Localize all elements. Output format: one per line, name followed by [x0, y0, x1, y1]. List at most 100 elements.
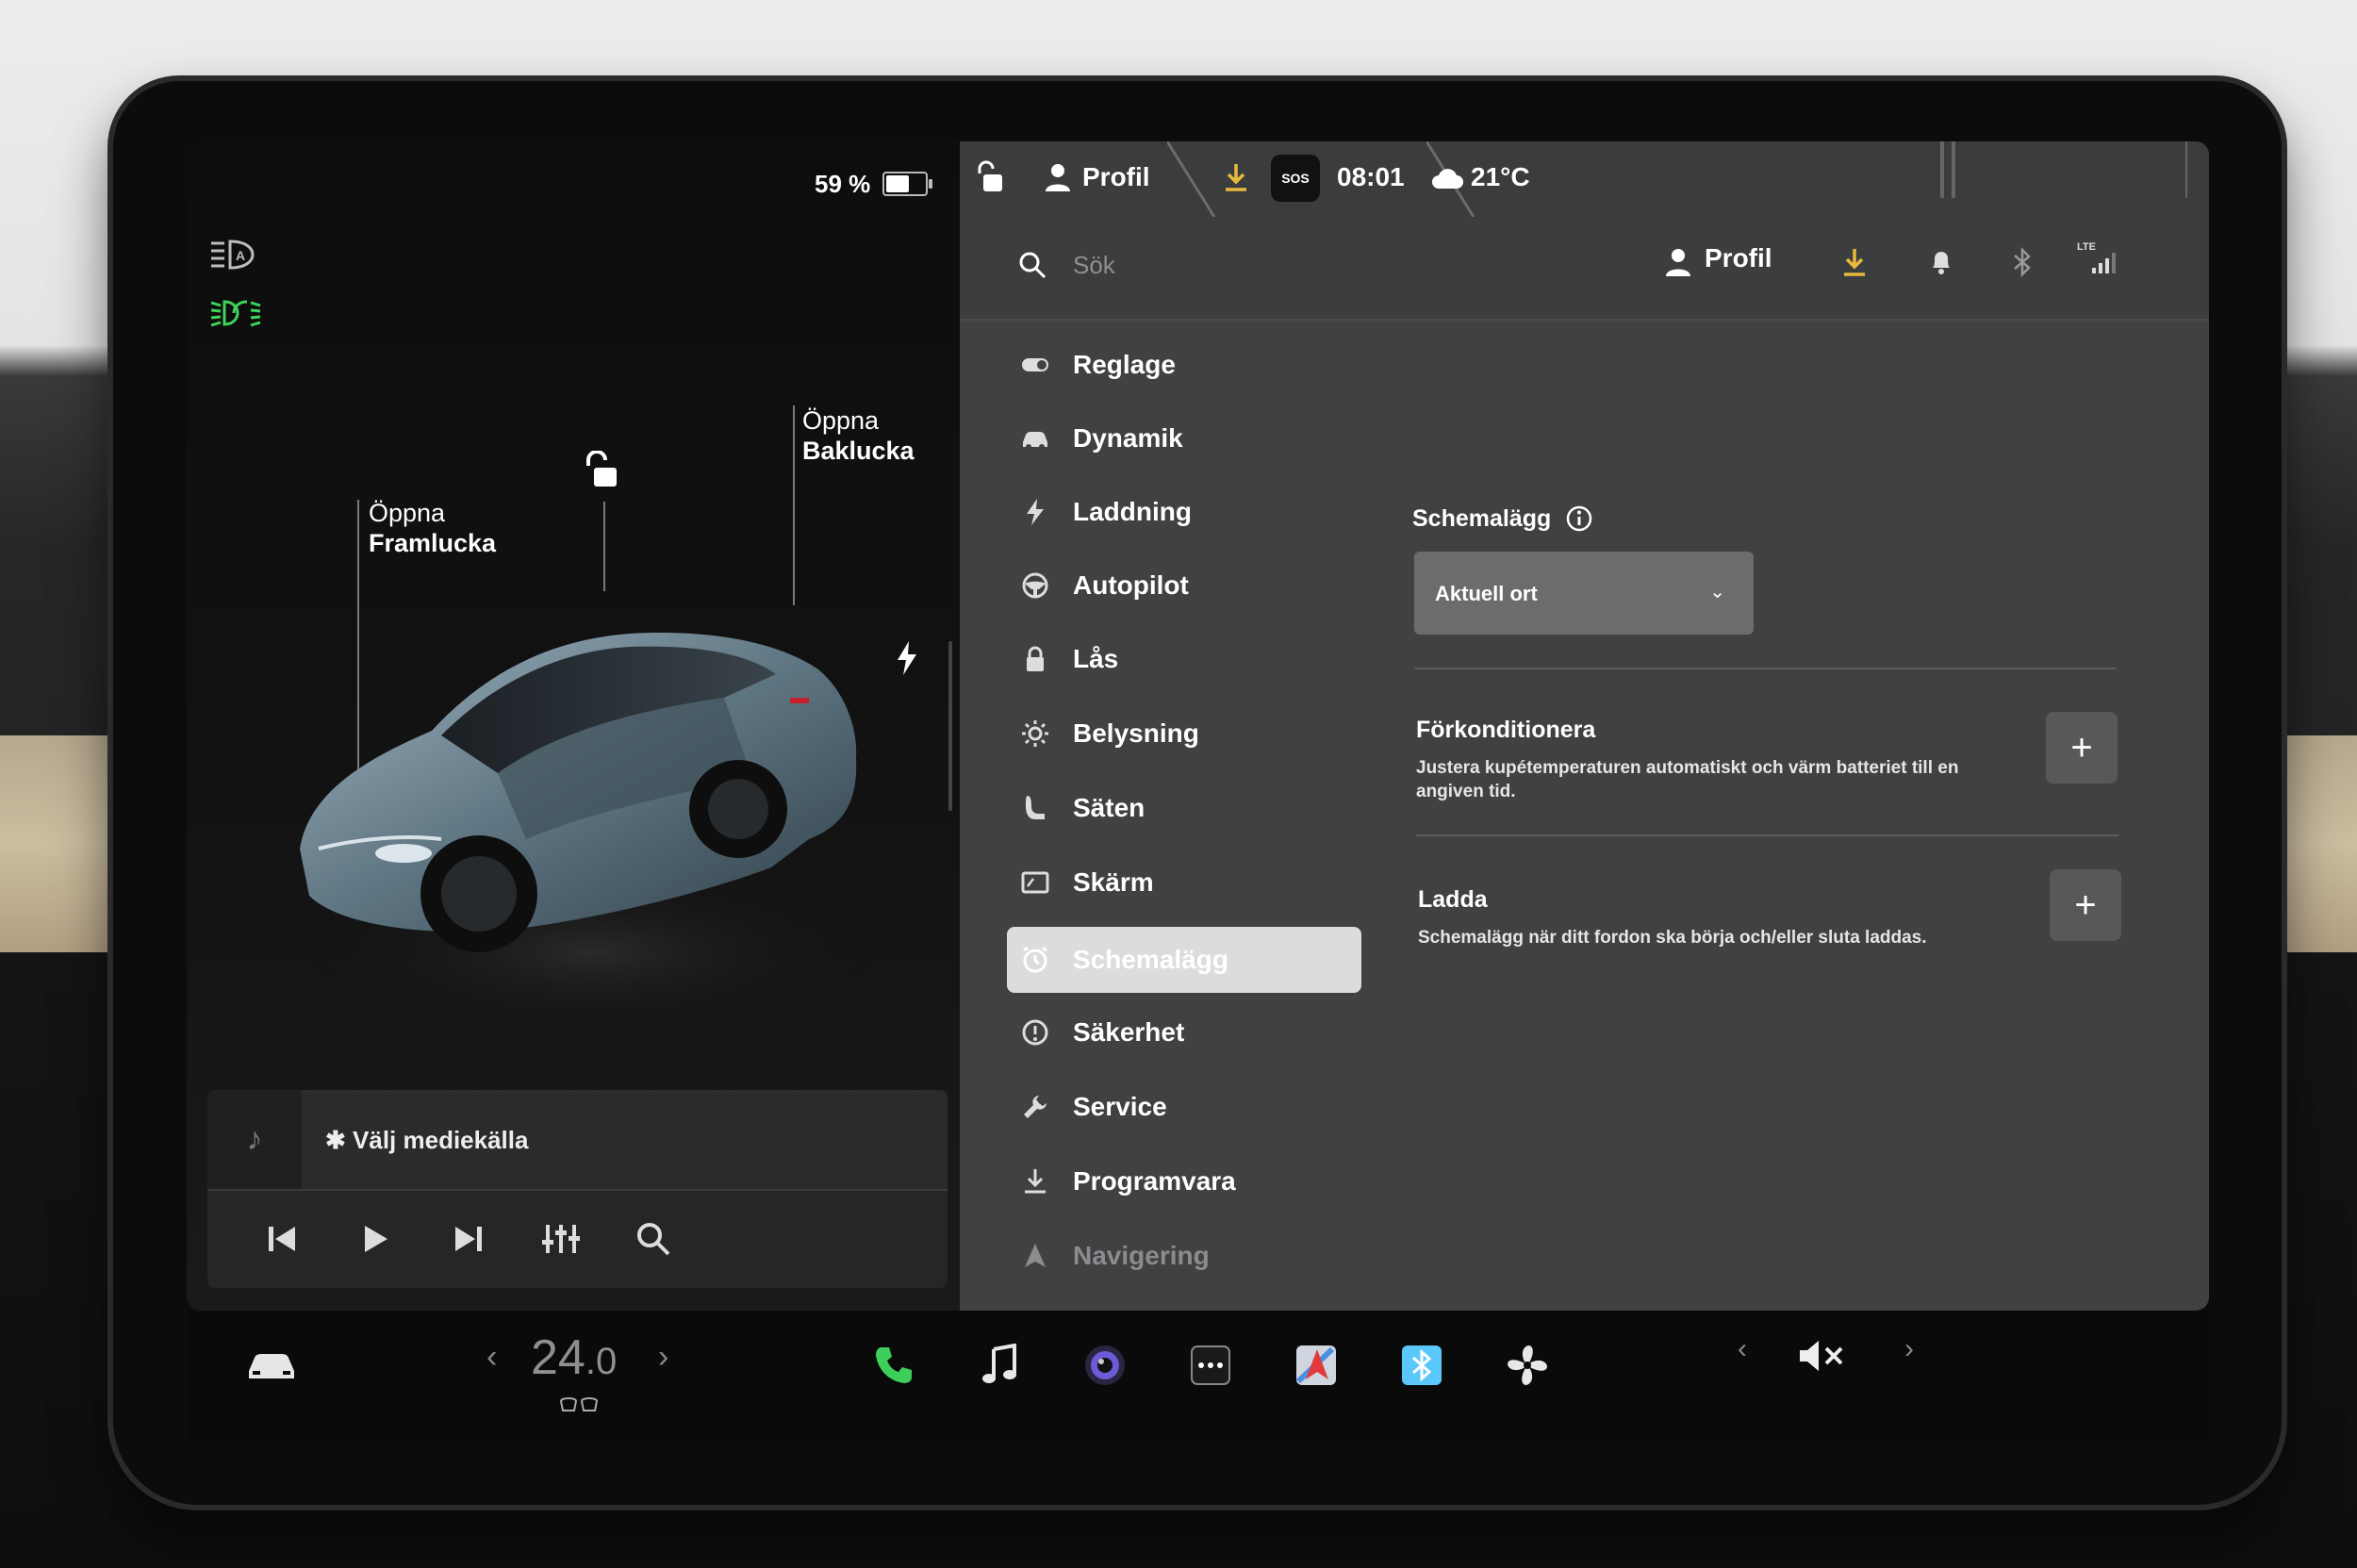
media-source-bar[interactable]: ♪ ✱ Välj mediekälla [207, 1090, 948, 1191]
header-profile-label[interactable]: Profil [1705, 243, 1772, 273]
bluetooth-icon[interactable] [2012, 247, 2033, 277]
cabin-temperature[interactable]: 24.0 [531, 1329, 617, 1386]
nav-label-las: Lås [1073, 644, 1119, 673]
cabin-temp-decimal: .0 [585, 1341, 618, 1382]
media-player: ♪ ✱ Välj mediekälla [207, 1090, 948, 1288]
low-beam-icon[interactable] [209, 297, 262, 329]
search-icon[interactable] [1018, 251, 1047, 279]
temp-down-chevron-icon[interactable]: ‹ [486, 1339, 497, 1376]
profile-icon [1666, 249, 1690, 276]
front-trunk-label-line2: Framlucka [369, 529, 497, 557]
precondition-desc-line2: angiven tid. [1416, 782, 1516, 801]
settings-panel: Profil SOS 08:01 21°C Sök Profil LTE Reg… [960, 141, 2209, 1311]
cloud-icon [1432, 169, 1463, 189]
section-divider [1414, 668, 2117, 669]
more-apps-icon[interactable] [1182, 1337, 1239, 1394]
chevron-down-icon: ⌄ [1709, 582, 1725, 602]
nav-item-sakerhet[interactable]: Säkerhet [1007, 1002, 1361, 1063]
temp-up-chevron-icon[interactable]: › [658, 1339, 668, 1376]
car-menu-icon[interactable] [243, 1337, 300, 1394]
alert-icon [1022, 1019, 1048, 1046]
navigation-icon [1025, 1244, 1046, 1267]
nav-item-autopilot[interactable]: Autopilot [1007, 555, 1361, 616]
volume-muted-icon[interactable] [1794, 1328, 1851, 1384]
car-illustration [300, 633, 884, 1042]
front-trunk-button[interactable]: Öppna Framlucka [369, 498, 496, 558]
play-icon[interactable] [347, 1211, 404, 1267]
lte-signal-icon: LTE [2077, 241, 2124, 279]
add-charge-schedule-button[interactable]: + [2050, 869, 2121, 941]
nav-item-reglage[interactable]: Reglage [1007, 335, 1361, 395]
previous-track-icon[interactable] [255, 1211, 311, 1267]
nav-item-skarm[interactable]: Skärm [1007, 852, 1361, 913]
nav-label-programvara: Programvara [1073, 1166, 1236, 1196]
add-precondition-button[interactable]: + [2046, 712, 2118, 784]
download-status-icon[interactable] [1224, 162, 1248, 192]
bluetooth-app-icon[interactable] [1393, 1337, 1450, 1394]
sos-label: SOS [1281, 171, 1310, 186]
unlock-status-icon[interactable] [974, 160, 1004, 194]
music-note-icon: ♪ [207, 1090, 302, 1189]
location-dropdown-value: Aktuell ort [1435, 582, 1538, 605]
media-source-selector[interactable]: ✱ Välj mediekälla [325, 1126, 528, 1155]
nav-label-saten: Säten [1073, 793, 1146, 822]
nav-item-navigering[interactable]: Navigering [1007, 1226, 1361, 1286]
info-icon[interactable] [1565, 504, 1593, 533]
status-bar: Profil SOS 08:01 21°C [960, 141, 2209, 217]
volume-down-chevron-icon[interactable]: ‹ [1738, 1333, 1747, 1365]
status-profile-label[interactable]: Profil [1082, 162, 1150, 192]
search-input[interactable]: Sök [1073, 251, 1115, 280]
status-separator-2 [1952, 141, 1955, 198]
bell-icon[interactable] [1929, 247, 1953, 275]
nav-label-service: Service [1073, 1092, 1167, 1121]
auto-headlights-icon[interactable]: A [209, 236, 256, 273]
equalizer-icon[interactable] [533, 1211, 589, 1267]
rear-trunk-button[interactable]: Öppna Baklucka [802, 405, 915, 466]
nav-item-las[interactable]: Lås [1007, 629, 1361, 689]
bottom-dock: ‹ 24.0 › ‹ › [187, 1311, 2209, 1443]
nav-item-belysning[interactable]: Belysning [1007, 703, 1361, 764]
battery-fill [886, 175, 909, 192]
navigation-app-icon[interactable] [1288, 1337, 1344, 1394]
status-separator-3 [2185, 141, 2187, 198]
download-icon[interactable] [1842, 247, 1867, 277]
section-divider-2 [1416, 834, 2118, 836]
media-search-icon[interactable] [625, 1211, 682, 1267]
signal-bars [2092, 253, 2116, 273]
front-trunk-label-line1: Öppna [369, 499, 446, 527]
precondition-desc-line1: Justera kupétemperaturen automatiskt och… [1416, 758, 1959, 778]
status-divider-graphic [1167, 141, 1216, 217]
seat-heater-icons[interactable] [559, 1395, 601, 1414]
location-dropdown[interactable]: Aktuell ort ⌄ [1414, 552, 1754, 635]
unlock-icon[interactable] [581, 451, 618, 490]
clock-icon [1023, 946, 1047, 973]
nav-item-schemalagg[interactable]: Schemalägg [1007, 927, 1361, 993]
nav-item-service[interactable]: Service [1007, 1077, 1361, 1137]
nav-label-sakerhet: Säkerhet [1073, 1017, 1185, 1047]
camera-icon[interactable] [1077, 1337, 1133, 1394]
next-track-icon[interactable] [439, 1211, 496, 1267]
nav-item-programvara[interactable]: Programvara [1007, 1151, 1361, 1212]
nav-item-dynamik[interactable]: Dynamik [1007, 408, 1361, 469]
nav-label-laddning: Laddning [1073, 497, 1192, 526]
phone-icon[interactable] [865, 1337, 922, 1394]
lock-icon [1027, 646, 1044, 671]
bolt-icon [1027, 499, 1044, 525]
nav-label-schemalagg: Schemalägg [1073, 945, 1228, 974]
touchscreen: 59 % A Öppna Framlucka Öppna Baklucka ♪ … [187, 141, 2209, 1311]
nav-label-belysning: Belysning [1073, 718, 1199, 748]
download-icon [1025, 1169, 1046, 1194]
fan-icon[interactable] [1499, 1337, 1556, 1394]
sos-button[interactable]: SOS [1271, 155, 1320, 202]
steering-wheel-icon [1022, 572, 1048, 599]
car-icon [1023, 432, 1047, 450]
nav-label-skarm: Skärm [1073, 867, 1154, 897]
nav-label-dynamik: Dynamik [1073, 423, 1183, 453]
music-icon[interactable] [971, 1337, 1028, 1394]
nav-item-saten[interactable]: Säten [1007, 778, 1361, 838]
clock: 08:01 [1337, 162, 1405, 191]
nav-label-autopilot: Autopilot [1073, 570, 1189, 600]
svg-text:A: A [236, 248, 245, 263]
nav-item-laddning[interactable]: Laddning [1007, 482, 1361, 542]
volume-up-chevron-icon[interactable]: › [1904, 1333, 1914, 1365]
